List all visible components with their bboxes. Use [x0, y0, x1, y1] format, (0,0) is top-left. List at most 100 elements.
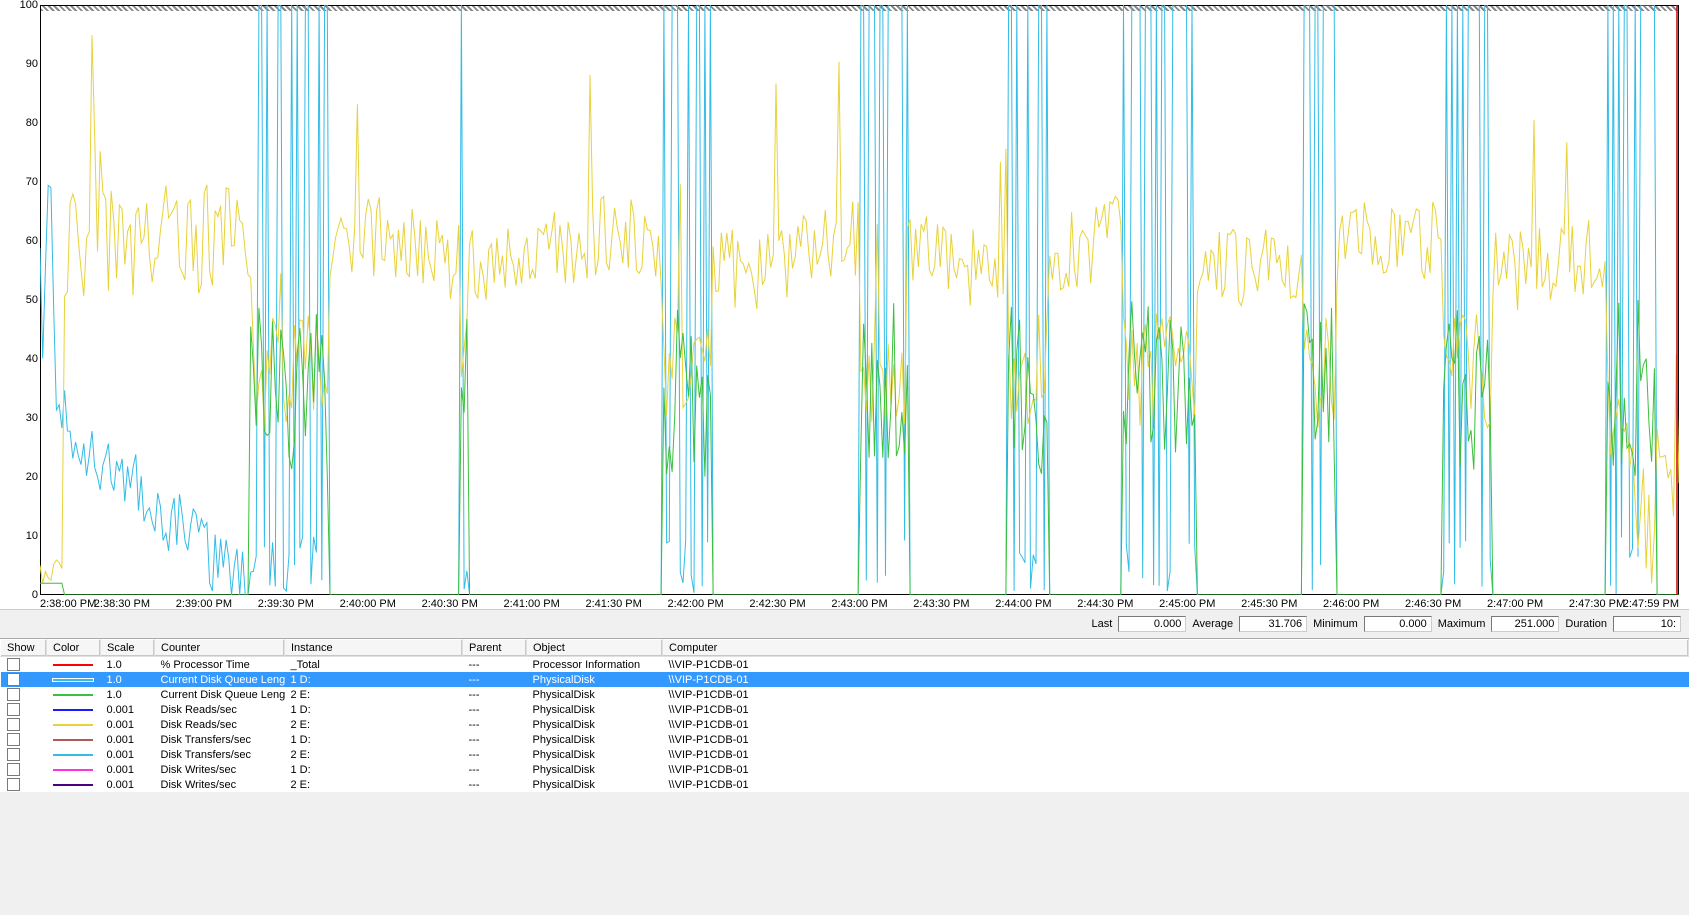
col-instance[interactable]: Instance	[285, 640, 463, 657]
x-tick-label: 2:43:00 PM	[831, 598, 887, 610]
y-tick-label: 0	[32, 589, 38, 601]
show-checkbox[interactable]: ✓	[7, 673, 20, 686]
cell-instance: 1 D:	[285, 732, 463, 747]
cell-parent: ---	[463, 747, 527, 762]
stat-last-value: 0.000	[1118, 616, 1186, 632]
cell-parent: ---	[463, 717, 527, 732]
x-tick-label: 2:42:00 PM	[667, 598, 723, 610]
cell-computer: \\VIP-P1CDB-01	[663, 657, 1689, 673]
x-tick-label: 2:39:00 PM	[176, 598, 232, 610]
legend-row[interactable]: 0.001Disk Writes/sec2 E:---PhysicalDisk\…	[1, 777, 1689, 792]
cell-parent: ---	[463, 777, 527, 792]
y-tick-label: 50	[26, 294, 38, 306]
show-checkbox[interactable]	[7, 688, 20, 701]
cell-object: PhysicalDisk	[527, 777, 663, 792]
legend-row[interactable]: 1.0Current Disk Queue Length2 E:---Physi…	[1, 687, 1689, 702]
cell-instance: 2 E:	[285, 747, 463, 762]
cell-parent: ---	[463, 762, 527, 777]
y-tick-label: 20	[26, 471, 38, 483]
cell-parent: ---	[463, 672, 527, 687]
show-checkbox[interactable]	[7, 718, 20, 731]
y-tick-label: 90	[26, 58, 38, 70]
cell-parent: ---	[463, 657, 527, 673]
cell-scale: 1.0	[101, 672, 155, 687]
cell-object: PhysicalDisk	[527, 732, 663, 747]
cell-scale: 0.001	[101, 777, 155, 792]
cell-object: PhysicalDisk	[527, 747, 663, 762]
cell-counter: Disk Reads/sec	[155, 702, 285, 717]
legend-row[interactable]: 0.001Disk Transfers/sec1 D:---PhysicalDi…	[1, 732, 1689, 747]
legend-row[interactable]: 0.001Disk Reads/sec2 E:---PhysicalDisk\\…	[1, 717, 1689, 732]
cell-scale: 0.001	[101, 762, 155, 777]
y-tick-label: 80	[26, 117, 38, 129]
stat-dur-value: 10:	[1613, 616, 1681, 632]
legend-row[interactable]: ✓1.0Current Disk Queue Length1 D:---Phys…	[1, 672, 1689, 687]
y-tick-label: 100	[20, 0, 38, 11]
stat-last-label: Last	[1092, 618, 1113, 630]
show-checkbox[interactable]	[7, 658, 20, 671]
stat-dur-label: Duration	[1565, 618, 1607, 630]
col-counter[interactable]: Counter	[155, 640, 285, 657]
x-tick-label: 2:45:00 PM	[1159, 598, 1215, 610]
show-checkbox[interactable]	[7, 703, 20, 716]
stat-avg-label: Average	[1192, 618, 1233, 630]
cell-instance: 2 E:	[285, 717, 463, 732]
cell-counter: Disk Writes/sec	[155, 777, 285, 792]
chart-canvas[interactable]	[40, 5, 1679, 595]
legend-row[interactable]: 0.001Disk Transfers/sec2 E:---PhysicalDi…	[1, 747, 1689, 762]
cell-object: PhysicalDisk	[527, 762, 663, 777]
cell-scale: 0.001	[101, 702, 155, 717]
legend-row[interactable]: 0.001Disk Writes/sec1 D:---PhysicalDisk\…	[1, 762, 1689, 777]
show-checkbox[interactable]	[7, 778, 20, 791]
stat-max-label: Maximum	[1438, 618, 1486, 630]
stat-max-value: 251.000	[1491, 616, 1559, 632]
cell-computer: \\VIP-P1CDB-01	[663, 672, 1689, 687]
cell-computer: \\VIP-P1CDB-01	[663, 717, 1689, 732]
x-tick-label: 2:44:00 PM	[995, 598, 1051, 610]
perfmon-chart: 01020304050607080901002:38:00 PM2:38:30 …	[0, 0, 1689, 610]
cell-counter: Disk Writes/sec	[155, 762, 285, 777]
col-computer[interactable]: Computer	[663, 640, 1689, 657]
x-tick-label: 2:38:00 PM	[40, 598, 96, 610]
x-tick-label: 2:40:30 PM	[422, 598, 478, 610]
counter-legend[interactable]: Show Color Scale Counter Instance Parent…	[0, 638, 1689, 792]
x-tick-label: 2:39:30 PM	[258, 598, 314, 610]
color-swatch	[53, 724, 93, 726]
color-swatch	[53, 679, 93, 681]
cell-counter: Disk Reads/sec	[155, 717, 285, 732]
color-swatch	[53, 709, 93, 711]
cell-computer: \\VIP-P1CDB-01	[663, 702, 1689, 717]
col-object[interactable]: Object	[527, 640, 663, 657]
col-show[interactable]: Show	[1, 640, 47, 657]
cell-scale: 1.0	[101, 657, 155, 673]
y-tick-label: 60	[26, 235, 38, 247]
cell-computer: \\VIP-P1CDB-01	[663, 762, 1689, 777]
x-tick-label: 2:38:30 PM	[94, 598, 150, 610]
x-tick-label: 2:42:30 PM	[749, 598, 805, 610]
show-checkbox[interactable]	[7, 763, 20, 776]
cell-object: PhysicalDisk	[527, 672, 663, 687]
col-scale[interactable]: Scale	[101, 640, 155, 657]
y-tick-label: 30	[26, 412, 38, 424]
cell-scale: 0.001	[101, 732, 155, 747]
show-checkbox[interactable]	[7, 748, 20, 761]
stat-min-label: Minimum	[1313, 618, 1358, 630]
stat-min-value: 0.000	[1364, 616, 1432, 632]
col-parent[interactable]: Parent	[463, 640, 527, 657]
color-swatch	[53, 664, 93, 666]
legend-row[interactable]: 1.0% Processor Time_Total---Processor In…	[1, 657, 1689, 673]
x-tick-label: 2:46:30 PM	[1405, 598, 1461, 610]
show-checkbox[interactable]	[7, 733, 20, 746]
x-tick-label: 2:41:30 PM	[586, 598, 642, 610]
cell-counter: % Processor Time	[155, 657, 285, 673]
cell-instance: 2 E:	[285, 687, 463, 702]
x-tick-label: 2:44:30 PM	[1077, 598, 1133, 610]
cell-object: Processor Information	[527, 657, 663, 673]
col-color[interactable]: Color	[47, 640, 101, 657]
cell-instance: _Total	[285, 657, 463, 673]
cell-object: PhysicalDisk	[527, 702, 663, 717]
legend-row[interactable]: 0.001Disk Reads/sec1 D:---PhysicalDisk\\…	[1, 702, 1689, 717]
y-tick-label: 10	[26, 530, 38, 542]
x-tick-label: 2:43:30 PM	[913, 598, 969, 610]
stat-avg-value: 31.706	[1239, 616, 1307, 632]
